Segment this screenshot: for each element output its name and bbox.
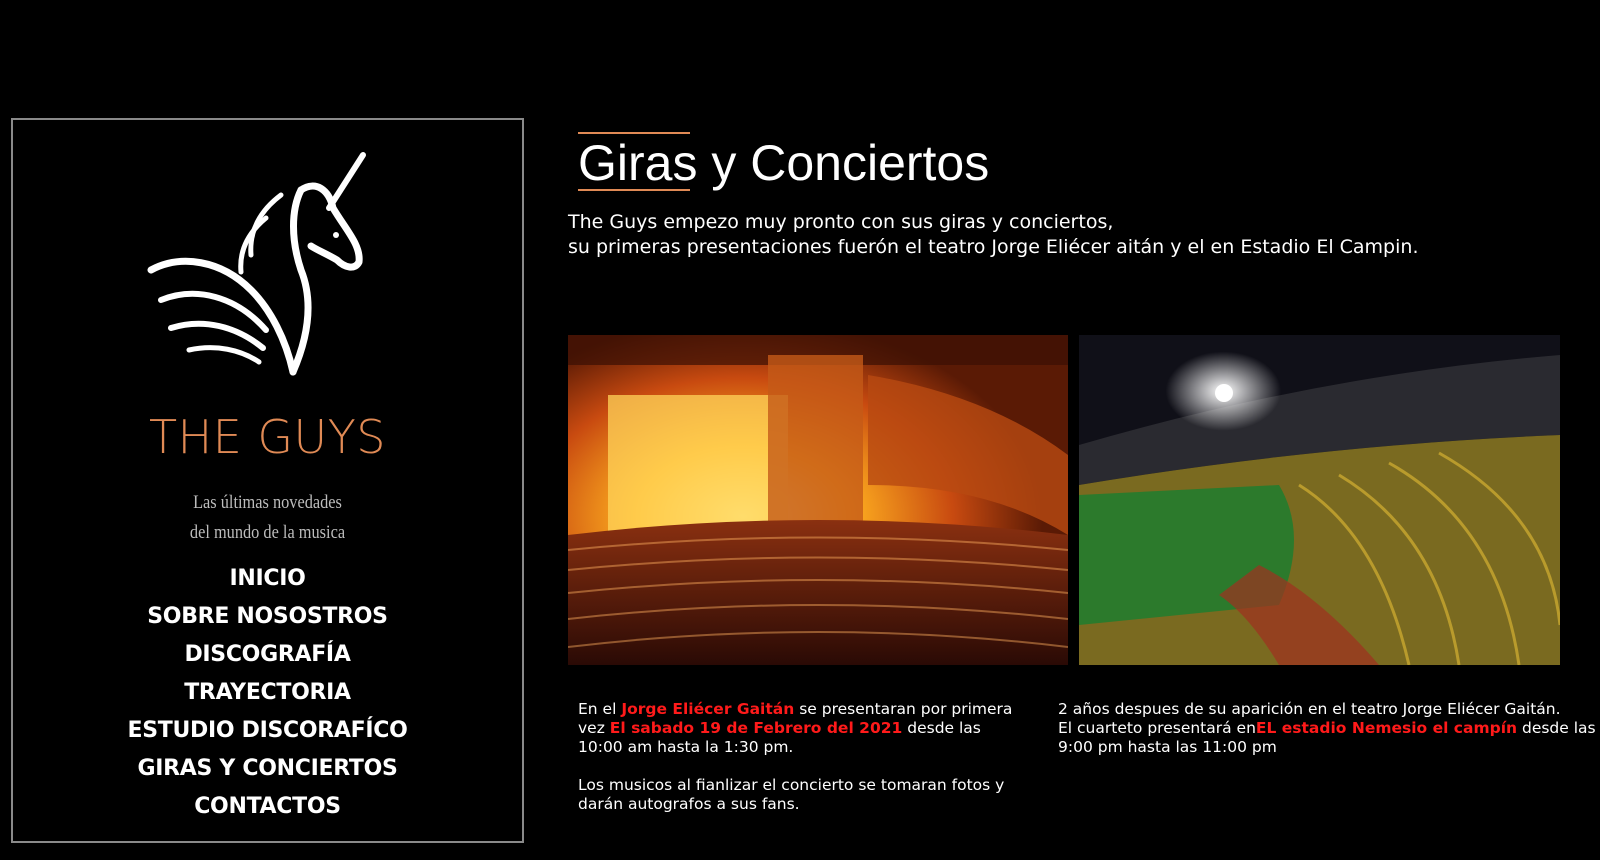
nav-item-discografia[interactable]: DISCOGRAFÍA [184, 642, 350, 667]
caption-left-text-1: En el [578, 700, 622, 718]
nav-item-trayectoria[interactable]: TRAYECTORIA [184, 680, 351, 705]
nav-item-giras-y-conciertos[interactable]: GIRAS Y CONCIERTOS [137, 756, 397, 781]
page-title: Giras y Conciertos [578, 135, 990, 191]
tagline-line-1: Las últimas novedades [193, 492, 342, 513]
unicorn-logo-icon [147, 152, 366, 376]
nav-item-contactos[interactable]: CONTACTOS [194, 794, 341, 819]
venue-highlight-estadio: EL estadio Nemesio el campín [1255, 719, 1518, 737]
nav-item-estudio-discografico[interactable]: ESTUDIO DISCORAFÍCO [127, 718, 407, 743]
venue-highlight-teatro: Jorge Eliécer Gaitán [621, 700, 795, 718]
nav-item-sobre-nosotros[interactable]: SOBRE NOSOSTROS [147, 604, 388, 629]
title-accent-line-bottom [578, 189, 690, 191]
intro-line-1: The Guys empezo muy pronto con sus giras… [568, 211, 1114, 233]
tagline-line-2: del mundo de la musica [189, 522, 346, 543]
tagline: Las últimas novedades del mundo de la mu… [49, 488, 487, 548]
intro-text: The Guys empezo muy pronto con sus giras… [568, 210, 1418, 260]
intro-line-2: su primeras presentaciones fuerón el tea… [568, 236, 1419, 258]
caption-left-paragraph-2: Los musicos al fianlizar el concierto se… [578, 776, 1005, 813]
caption-right-text-1: El cuarteto presentará en [1058, 719, 1256, 737]
caption-right-line-1: 2 años despues de su aparición en el tea… [1058, 700, 1561, 718]
stadium-photo [1079, 335, 1560, 665]
caption-left-paragraph-1: En el Jorge Eliécer Gaitán se presentara… [578, 700, 1018, 757]
theater-photo [568, 335, 1068, 665]
caption-estadio-el-campin: 2 años despues de su aparición en el tea… [1058, 700, 1598, 757]
caption-jorge-eliecer-gaitan: En el Jorge Eliécer Gaitán se presentara… [578, 700, 1018, 814]
date-highlight: El sabado 19 de Febrero del 2021 [609, 719, 903, 737]
sidebar: THE GUYS Las últimas novedades del mundo… [11, 118, 524, 843]
nav-item-inicio[interactable]: INICIO [229, 566, 305, 591]
caption-right-paragraph-2: El cuarteto presentará enEL estadio Neme… [1058, 719, 1598, 757]
brand-name: THE GUYS [149, 410, 386, 464]
main-nav: INICIO SOBRE NOSOSTROS DISCOGRAFÍA TRAYE… [13, 560, 522, 826]
